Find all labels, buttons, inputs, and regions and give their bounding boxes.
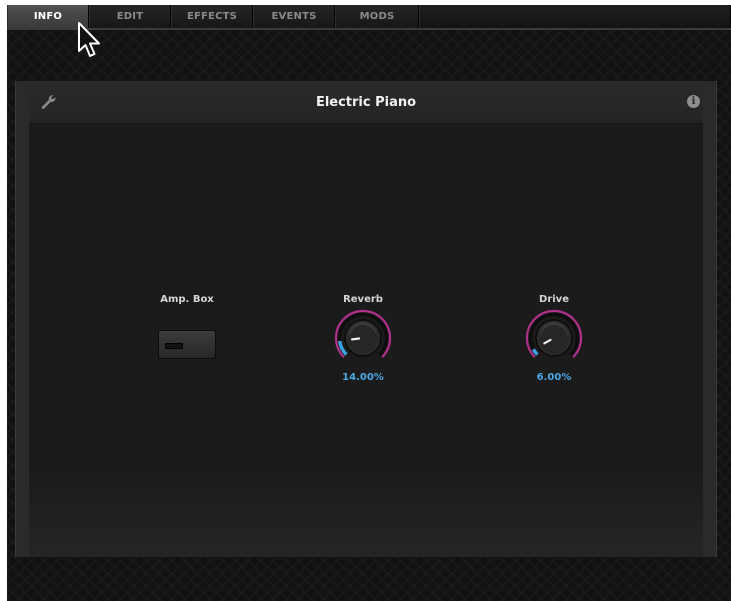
reverb-label: Reverb xyxy=(343,294,383,305)
tab-events[interactable]: EVENTS xyxy=(253,5,335,28)
plugin-window: INFO EDIT EFFECTS EVENTS MODS Electric P… xyxy=(7,5,731,601)
tab-effects[interactable]: EFFECTS xyxy=(171,5,253,28)
info-icon[interactable]: i xyxy=(687,95,700,108)
wrench-icon[interactable] xyxy=(40,94,56,110)
drive-knob[interactable] xyxy=(523,307,585,369)
panel-left-edge xyxy=(16,81,29,557)
drive-value: 6.00% xyxy=(536,372,572,383)
reverb-knob[interactable] xyxy=(332,307,394,369)
ampbox-label: Amp. Box xyxy=(160,294,214,305)
panel-title: Electric Piano xyxy=(315,94,417,110)
mouse-cursor xyxy=(78,22,100,57)
drive-knob-value-arc xyxy=(531,348,539,356)
ampbox-indicator xyxy=(165,343,183,349)
tab-mods[interactable]: MODS xyxy=(335,5,419,28)
reverb-value: 14.00% xyxy=(342,372,384,383)
panel-right-edge xyxy=(703,81,716,557)
panel-header: Electric Piano i xyxy=(29,81,703,124)
tab-bar-filler xyxy=(419,5,731,28)
tab-bar: INFO EDIT EFFECTS EVENTS MODS xyxy=(7,5,731,30)
drive-label: Drive xyxy=(539,294,569,305)
reverb-knob-pointer xyxy=(350,337,361,341)
drive-knob-cap-face xyxy=(540,325,568,353)
ampbox-toggle[interactable] xyxy=(158,330,216,359)
